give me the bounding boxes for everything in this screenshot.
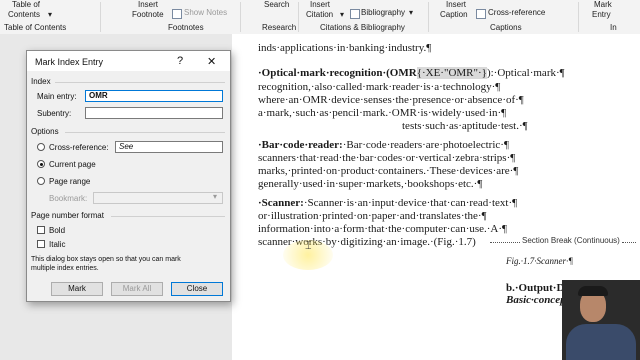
insert-citation-line1[interactable]: Insert xyxy=(310,0,330,9)
scanner-text: ·Scanner·is·an·input·device·that·can·rea… xyxy=(303,197,518,209)
group-label-citations: Citations & Bibliography xyxy=(320,23,405,32)
chevron-down-icon[interactable]: ▾ xyxy=(340,10,344,19)
ribbon-separator xyxy=(578,2,579,32)
page-number-format-label: Page number format xyxy=(31,211,104,220)
subentry-field[interactable] xyxy=(85,107,223,119)
barcode-heading: ·Bar·code·reader: xyxy=(258,139,343,151)
insert-footnote-line2[interactable]: Footnote xyxy=(132,10,164,19)
main-entry-field[interactable]: OMR xyxy=(85,90,223,102)
dialog-info-line1: This dialog box stays open so that you c… xyxy=(31,256,181,263)
presenter-webcam xyxy=(562,280,640,360)
scanner-paragraph-line2: or·illustration·printed·on·paper·and·tra… xyxy=(258,210,487,222)
cross-reference-label: Cross-reference: xyxy=(49,143,109,152)
group-label-index: In xyxy=(610,23,617,32)
cross-reference-icon xyxy=(476,9,486,19)
italic-label: Italic xyxy=(49,240,66,249)
omr-paragraph-line1: ·Optical·mark·recognition·(OMR{·XE·"OMR"… xyxy=(258,67,565,81)
group-label-captions: Captions xyxy=(490,23,522,32)
ribbon-separator xyxy=(100,2,101,32)
insert-caption-line2[interactable]: Caption xyxy=(440,10,468,19)
scanner-heading: ·Scanner: xyxy=(258,197,304,209)
italic-checkbox[interactable] xyxy=(37,240,45,248)
chevron-down-icon[interactable]: ▾ xyxy=(213,192,217,201)
doc-line: inds·applications·in·banking·industry.¶ xyxy=(258,42,432,54)
ribbon-separator xyxy=(298,2,299,32)
dialog-title: Mark Index Entry xyxy=(35,57,104,67)
close-button[interactable]: Close xyxy=(171,282,223,296)
index-group-label: Index xyxy=(31,77,51,86)
toc-button-line1[interactable]: Table of xyxy=(12,0,40,9)
help-icon[interactable]: ? xyxy=(177,55,183,67)
omr-paragraph-line2: recognition,·also·called·mark·reader·is·… xyxy=(258,81,501,93)
ribbon-separator xyxy=(240,2,241,32)
bold-label: Bold xyxy=(49,226,66,235)
bookmark-dropdown[interactable] xyxy=(93,192,223,204)
bookmark-label: Bookmark: xyxy=(49,194,88,203)
mark-button[interactable]: Mark xyxy=(51,282,103,296)
show-notes-button[interactable]: Show Notes xyxy=(184,8,227,17)
main-entry-label: Main entry: xyxy=(37,92,77,101)
presenter-hair xyxy=(578,286,608,296)
close-icon[interactable]: ✕ xyxy=(207,55,216,68)
section-break-line xyxy=(622,242,636,243)
cross-reference-radio[interactable] xyxy=(37,143,45,151)
group-label-research: Research xyxy=(262,23,297,32)
page-range-radio[interactable] xyxy=(37,177,45,185)
current-page-radio[interactable] xyxy=(37,160,45,168)
omr-text: ):·Optical·mark·¶ xyxy=(486,67,565,79)
presenter-shirt xyxy=(566,324,636,360)
bold-checkbox[interactable] xyxy=(37,226,45,234)
figure-caption: Fig.·1.7·Scanner·¶ xyxy=(506,256,573,266)
omr-paragraph-line5: tests·such·as·aptitude·test.·¶ xyxy=(402,120,528,132)
dialog-info-line2: multiple index entries. xyxy=(31,265,99,272)
toc-button-line2[interactable]: Contents xyxy=(8,10,40,19)
omr-paragraph-line3: where·an·OMR·device·senses·the·presence·… xyxy=(258,94,524,106)
omr-paragraph-line4: a·mark,·such·as·pencil·mark.·OMR·is·wide… xyxy=(258,107,507,119)
group-divider xyxy=(55,82,225,83)
bibliography-button[interactable]: Bibliography xyxy=(361,8,405,17)
cross-reference-button[interactable]: Cross-reference xyxy=(488,8,545,17)
chevron-down-icon[interactable]: ▾ xyxy=(48,10,52,19)
page-range-label: Page range xyxy=(49,177,91,186)
insert-citation-line2[interactable]: Citation xyxy=(306,10,333,19)
options-group-label: Options xyxy=(31,127,59,136)
search-button[interactable]: Search xyxy=(264,0,289,9)
current-page-label: Current page xyxy=(49,160,96,169)
group-divider xyxy=(111,216,225,217)
show-notes-icon xyxy=(172,9,182,19)
mark-entry-line1[interactable]: Mark xyxy=(594,0,612,9)
group-divider xyxy=(65,132,225,133)
barcode-paragraph-line3: marks,·printed·on·product·containers.·Th… xyxy=(258,165,519,177)
ribbon-separator xyxy=(428,2,429,32)
scanner-paragraph-line1: ·Scanner:·Scanner·is·an·input·device·tha… xyxy=(258,197,517,211)
group-label-toc: Table of Contents xyxy=(4,23,67,32)
barcode-paragraph-line2: scanners·that·read·the·bar·codes·or·vert… xyxy=(258,152,516,164)
group-label-footnotes: Footnotes xyxy=(168,23,204,32)
barcode-paragraph-line4: generally·used·in·super·markets,·booksho… xyxy=(258,178,483,190)
mark-entry-line2[interactable]: Entry xyxy=(592,10,611,19)
scanner-paragraph-line3: information·into·a·form·that·the·compute… xyxy=(258,223,508,235)
i-beam-cursor-icon: ⌶ xyxy=(305,240,312,252)
omr-heading: ·Optical·mark·recognition·(OMR xyxy=(258,67,417,79)
chevron-down-icon[interactable]: ▾ xyxy=(409,8,413,17)
xe-field-code[interactable]: {·XE·"OMR"·} xyxy=(416,67,487,79)
barcode-text: ·Bar·code·readers·are·photoelectric·¶ xyxy=(342,139,509,151)
section-break-line xyxy=(490,242,520,243)
barcode-paragraph-line1: ·Bar·code·reader:·Bar·code·readers·are·p… xyxy=(258,139,509,153)
insert-footnote-line1[interactable]: Insert xyxy=(138,0,158,9)
mark-index-entry-dialog: Mark Index Entry ? ✕ Index Main entry: O… xyxy=(26,50,231,302)
subentry-label: Subentry: xyxy=(37,109,72,118)
mark-all-button[interactable]: Mark All xyxy=(111,282,163,296)
cross-reference-field[interactable]: See xyxy=(115,141,223,153)
bibliography-icon xyxy=(350,9,360,19)
ribbon: Table of Contents ▾ Table of Contents In… xyxy=(0,0,640,35)
insert-caption-line1[interactable]: Insert xyxy=(446,0,466,9)
section-break-marker: Section Break (Continuous) xyxy=(522,236,620,245)
